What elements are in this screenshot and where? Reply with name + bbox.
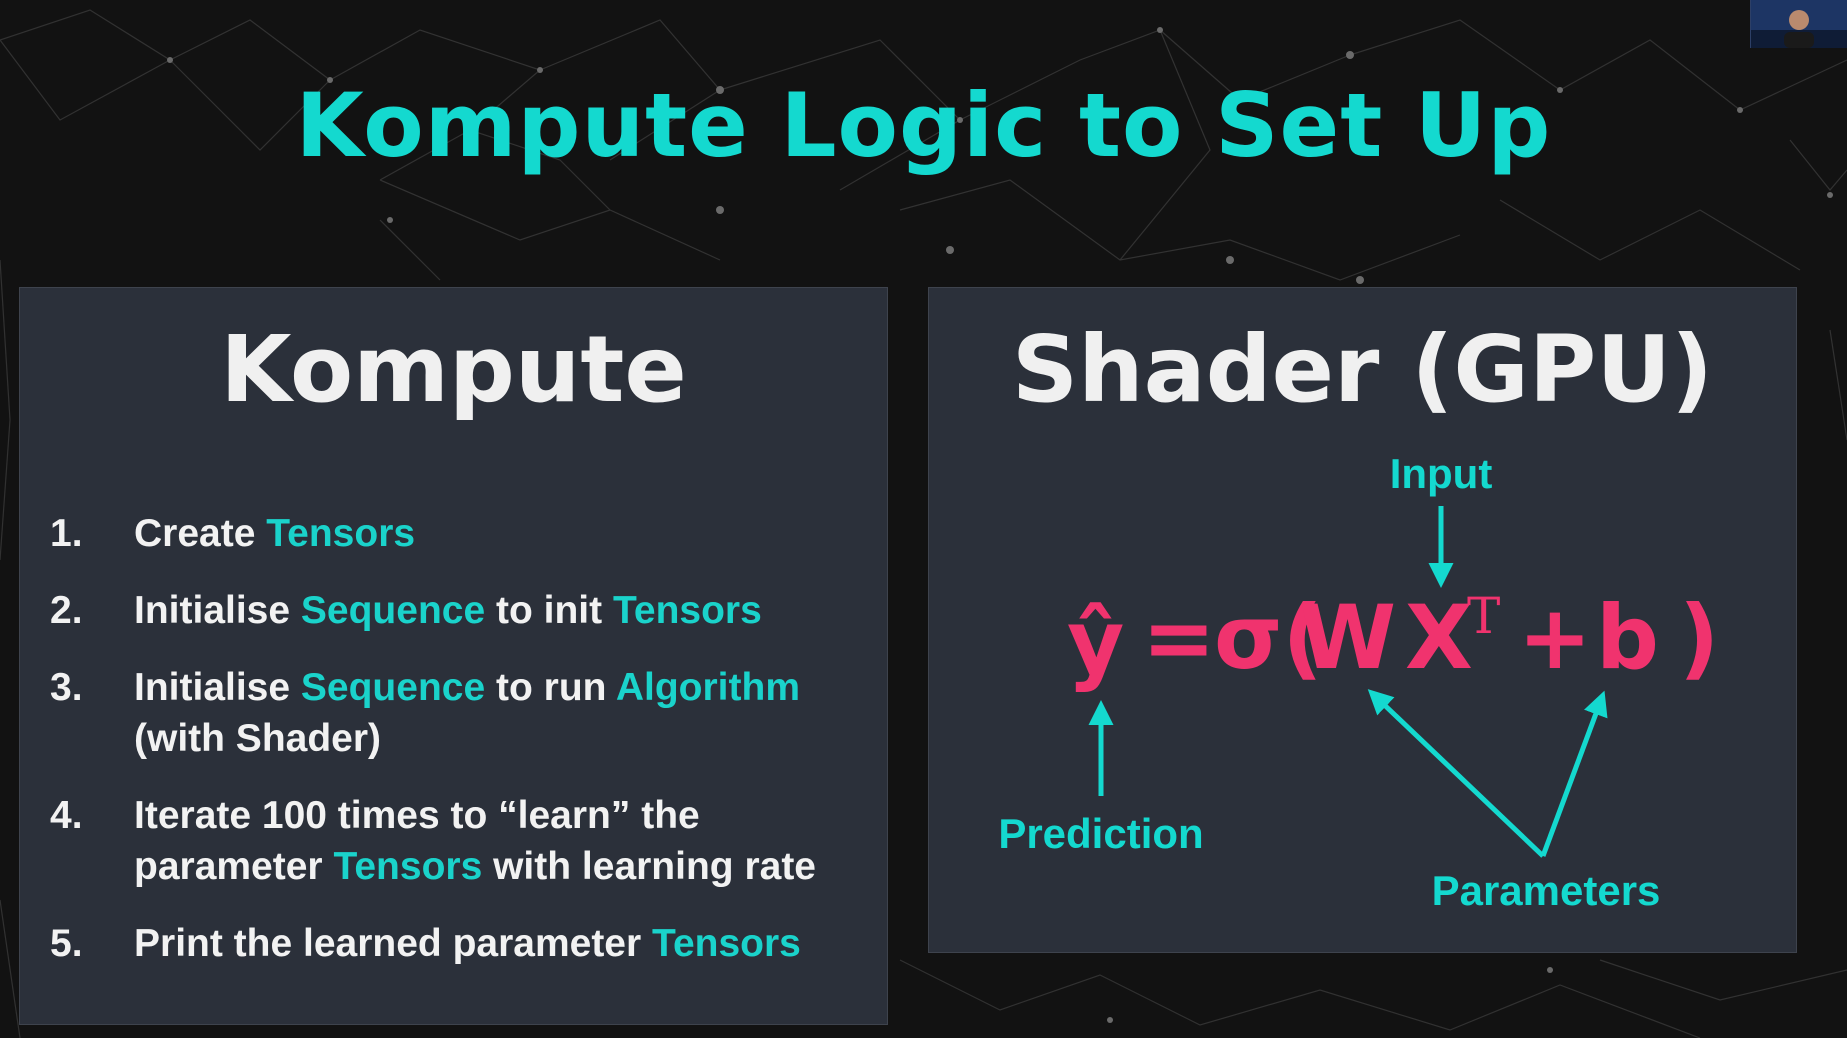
step-line: Create Tensors xyxy=(134,508,880,559)
highlighted-term: Tensors xyxy=(652,922,801,965)
step-text: parameter xyxy=(134,845,334,888)
highlighted-term: Sequence xyxy=(300,589,486,632)
prediction-label: Prediction xyxy=(998,810,1203,857)
formula-x: X xyxy=(1405,586,1473,689)
step-text: Initialise xyxy=(134,666,301,709)
kompute-panel-heading: Kompute xyxy=(220,316,687,423)
step-item: 3. Initialise Sequence to run Algorithm (w… xyxy=(50,662,880,764)
formula-b: b xyxy=(1596,586,1659,689)
step-item: 4. Iterate 100 times to “learn” the parame… xyxy=(50,790,880,892)
parameters-arrow-w xyxy=(1367,689,1545,858)
step-number: 3. xyxy=(50,666,83,709)
step-line: (with Shader) xyxy=(134,713,880,764)
formula-diagram: Input ŷ = σ( W X T + b ) Prediction Para… xyxy=(998,450,1719,914)
setup-steps-list: 1. Create Tensors 2. Initialise Sequence to… xyxy=(50,508,880,995)
step-line: Iterate 100 times to “learn” the xyxy=(134,790,880,841)
step-line: Initialise Sequence to init Tensors xyxy=(134,585,880,636)
step-item: 1. Create Tensors xyxy=(50,508,880,559)
highlighted-term: Tensors xyxy=(333,845,483,888)
speaker-avatar xyxy=(1751,0,1847,48)
step-number: 1. xyxy=(50,512,83,555)
step-line: Print the learned parameter Tensors xyxy=(134,918,880,969)
parameters-label: Parameters xyxy=(1432,867,1661,914)
input-label: Input xyxy=(1390,450,1493,497)
highlighted-term: Tensors xyxy=(612,589,762,632)
formula-w: W xyxy=(1299,586,1396,689)
slide-title: Kompute Logic to Set Up xyxy=(295,74,1552,177)
step-text: Iterate 100 times to “learn” the xyxy=(134,794,700,837)
formula-superscript-t: T xyxy=(1467,587,1500,645)
formula-plus: + xyxy=(1518,586,1592,689)
highlighted-term: Sequence xyxy=(300,666,486,709)
shader-panel: Shader (GPU) Input ŷ = σ( W X T + b ) Pr… xyxy=(928,287,1797,953)
step-text: Print the learned parameter xyxy=(134,922,653,965)
step-number: 4. xyxy=(50,794,83,837)
step-line: Initialise Sequence to run Algorithm xyxy=(134,662,880,713)
step-text: to init xyxy=(485,589,613,632)
highlighted-term: Tensors xyxy=(266,512,416,555)
parameters-arrow-b xyxy=(1540,690,1608,857)
step-number: 2. xyxy=(50,589,83,632)
step-text: (with Shader) xyxy=(134,717,382,760)
formula-equals: = xyxy=(1142,586,1216,689)
step-text: to run xyxy=(485,666,616,709)
step-item: 5. Print the learned parameter Tensors xyxy=(50,918,880,969)
step-text: Create xyxy=(134,512,267,555)
step-text: Initialise xyxy=(134,589,301,632)
kompute-panel: Kompute 1. Create Tensors 2. Initialise Seq… xyxy=(19,287,888,1025)
formula-close-paren: ) xyxy=(1679,586,1719,689)
step-number: 5. xyxy=(50,922,83,965)
highlighted-term: Algorithm xyxy=(615,666,801,709)
step-line: parameter Tensors with learning rate xyxy=(134,841,880,892)
speaker-video-thumbnail[interactable] xyxy=(1750,0,1847,48)
formula-y-hat: ŷ xyxy=(1067,591,1124,694)
step-text: with learning rate xyxy=(482,845,816,888)
step-item: 2. Initialise Sequence to init Tensors xyxy=(50,585,880,636)
